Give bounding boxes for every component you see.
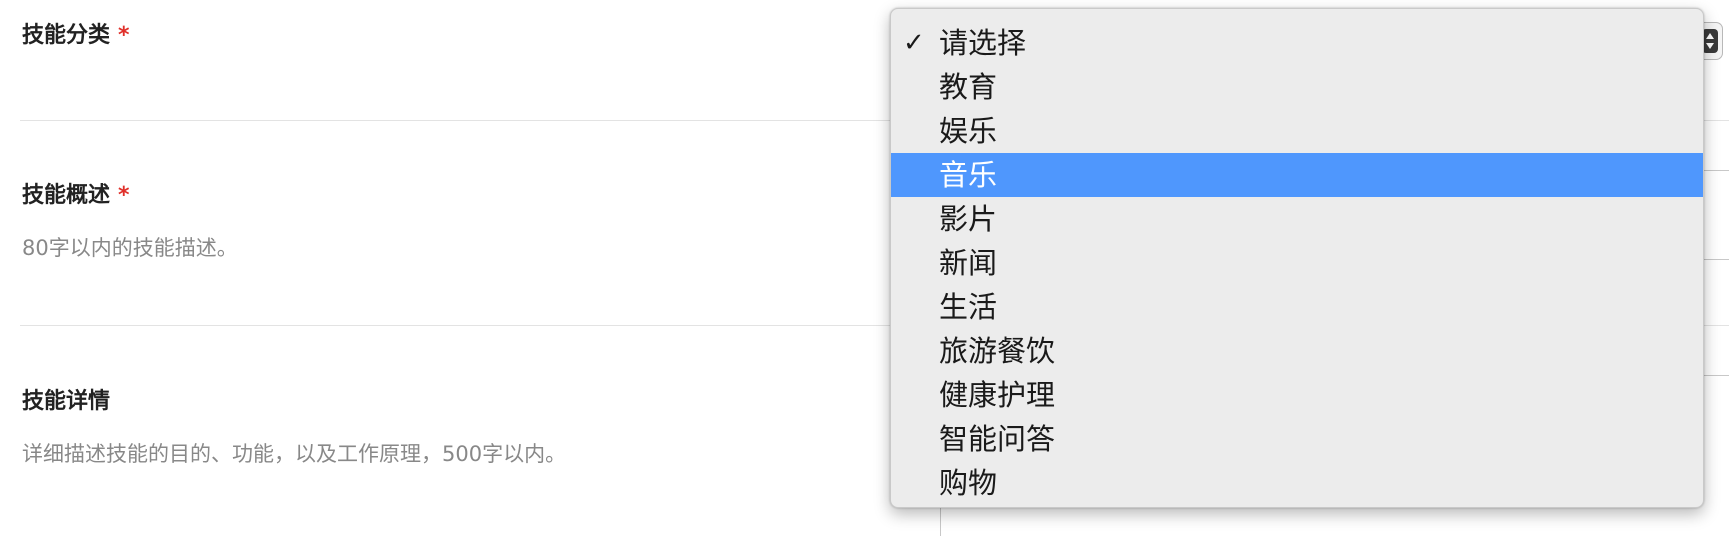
category-label: 技能分类 * [22, 22, 130, 50]
dropdown-option[interactable]: 健康护理 [891, 373, 1703, 417]
summary-label-text: 技能概述 [22, 183, 111, 208]
dropdown-option[interactable]: 音乐 [891, 153, 1703, 197]
dropdown-option-label: 智能问答 [939, 422, 1056, 456]
dropdown-option-label: 影片 [939, 202, 998, 236]
summary-required-mark: * [118, 183, 130, 208]
summary-hint: 80字以内的技能描述。 [22, 236, 238, 260]
dropdown-option[interactable]: 娱乐 [891, 109, 1703, 153]
details-hint: 详细描述技能的目的、功能，以及工作原理，500字以内。 [22, 442, 567, 466]
dropdown-option[interactable]: ✓ 请选择 [891, 21, 1703, 65]
select-stepper-icon [1702, 29, 1718, 53]
dropdown-option[interactable]: 生活 [891, 285, 1703, 329]
dropdown-option-label: 音乐 [939, 158, 998, 192]
summary-label: 技能概述 * [22, 182, 130, 210]
dropdown-option-label: 教育 [939, 70, 998, 104]
checkmark-icon: ✓ [903, 28, 925, 58]
skill-form-page: 技能分类 * 技能概述 * 80字以内的技能描述。 技能详情 详细描述技能的目的、功… [0, 0, 1729, 536]
category-dropdown-menu[interactable]: ✓ 请选择教育娱乐音乐影片新闻生活旅游餐饮健康护理智能问答购物 [890, 8, 1704, 508]
details-label: 技能详情 [22, 388, 110, 416]
category-label-text: 技能分类 [22, 23, 111, 48]
details-label-text: 技能详情 [22, 389, 111, 414]
dropdown-option[interactable]: 购物 [891, 461, 1703, 505]
dropdown-option[interactable]: 影片 [891, 197, 1703, 241]
category-required-mark: * [118, 23, 130, 48]
dropdown-option-label: 购物 [939, 466, 998, 500]
dropdown-option[interactable]: 智能问答 [891, 417, 1703, 461]
dropdown-option[interactable]: 新闻 [891, 241, 1703, 285]
dropdown-option[interactable]: 教育 [891, 65, 1703, 109]
dropdown-option-label: 生活 [939, 290, 998, 324]
dropdown-option-label: 娱乐 [939, 114, 998, 148]
dropdown-option-label: 健康护理 [939, 378, 1056, 412]
dropdown-option[interactable]: 旅游餐饮 [891, 329, 1703, 373]
dropdown-option-label: 新闻 [939, 246, 998, 280]
summary-textarea[interactable] [1700, 170, 1729, 260]
dropdown-option-label: 旅游餐饮 [939, 334, 1056, 368]
dropdown-option-label: 请选择 [939, 26, 1027, 60]
